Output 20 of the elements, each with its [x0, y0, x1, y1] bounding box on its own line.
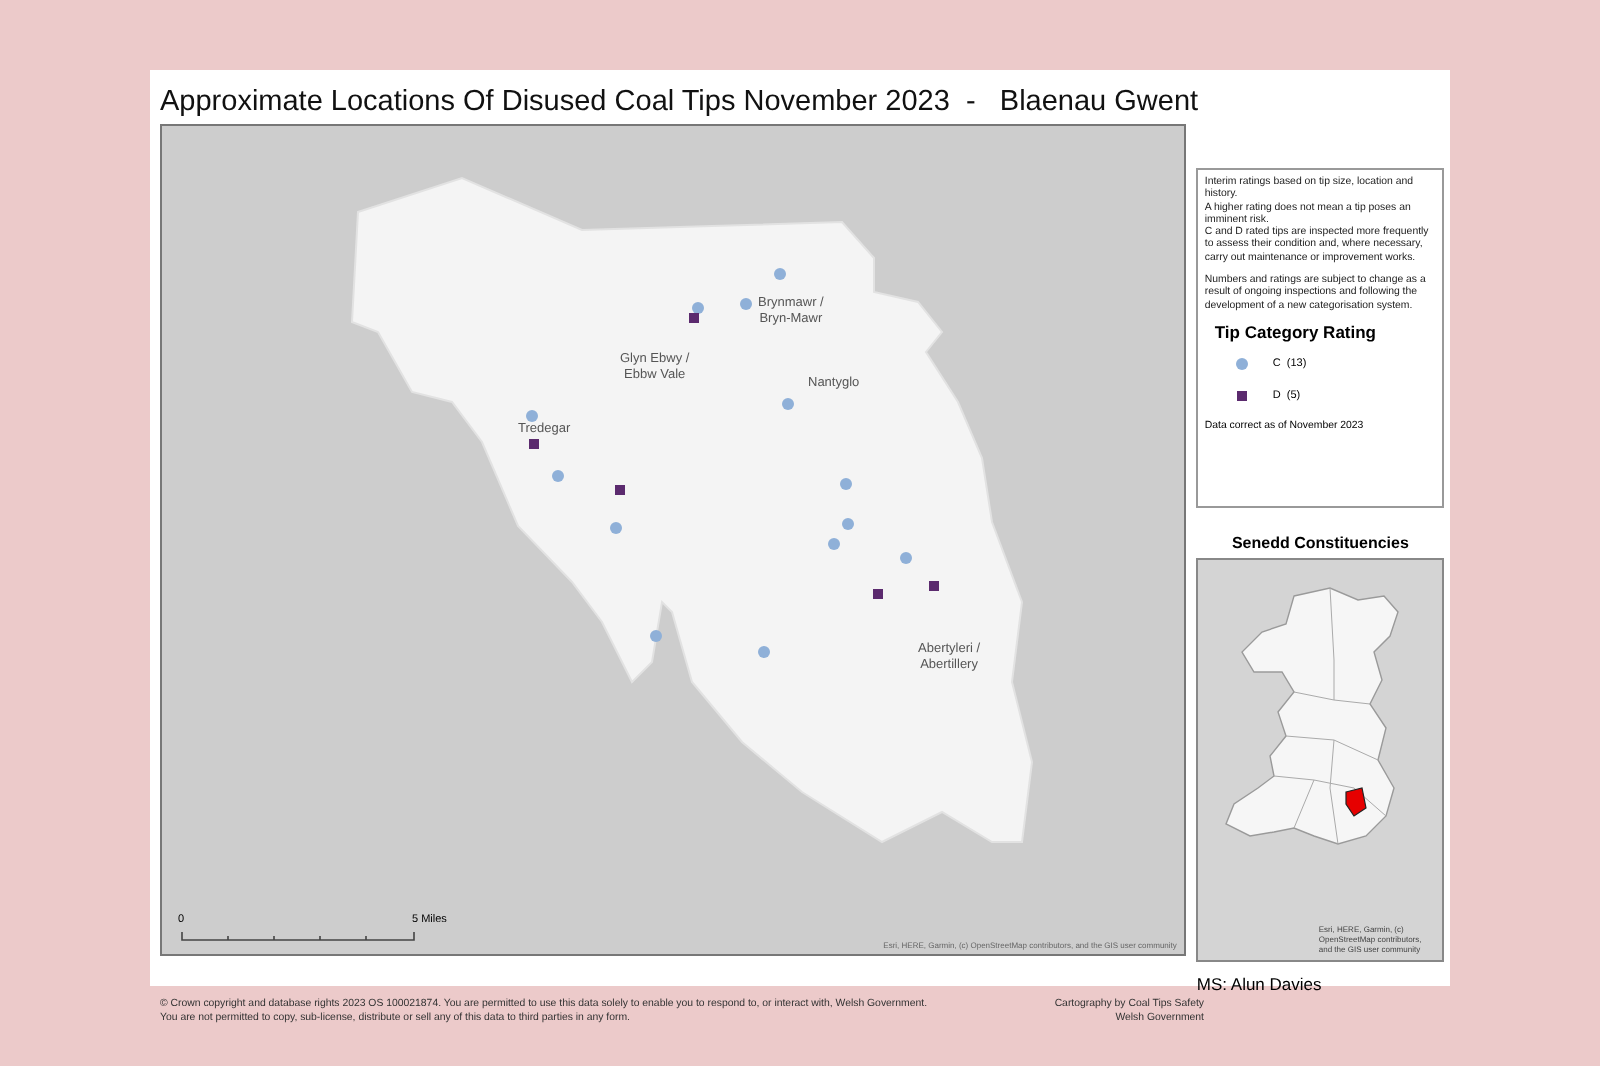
map-title: Approximate Locations Of Disused Coal Tips November 2023 - Blaenau Gwent [160, 84, 1201, 122]
tip-marker [529, 439, 539, 449]
tip-marker [900, 552, 912, 564]
tip-marker [929, 581, 939, 591]
tip-marker [650, 630, 662, 642]
tip-marker [552, 470, 564, 482]
member-name: MS: Alun Davies [1196, 974, 1324, 994]
tip-marker [526, 410, 538, 422]
tip-marker [774, 268, 786, 280]
inset-title: Senedd Constituencies [1229, 534, 1411, 552]
tip-marker [610, 522, 622, 534]
tip-marker [758, 646, 770, 658]
legend-heading: Tip Category Rating [1214, 321, 1378, 342]
tip-marker [840, 478, 852, 490]
tip-marker [740, 298, 752, 310]
tip-marker [873, 589, 883, 599]
tip-marker [615, 485, 625, 495]
tip-marker [828, 538, 840, 550]
tip-marker [782, 398, 794, 410]
tip-marker [842, 518, 854, 530]
